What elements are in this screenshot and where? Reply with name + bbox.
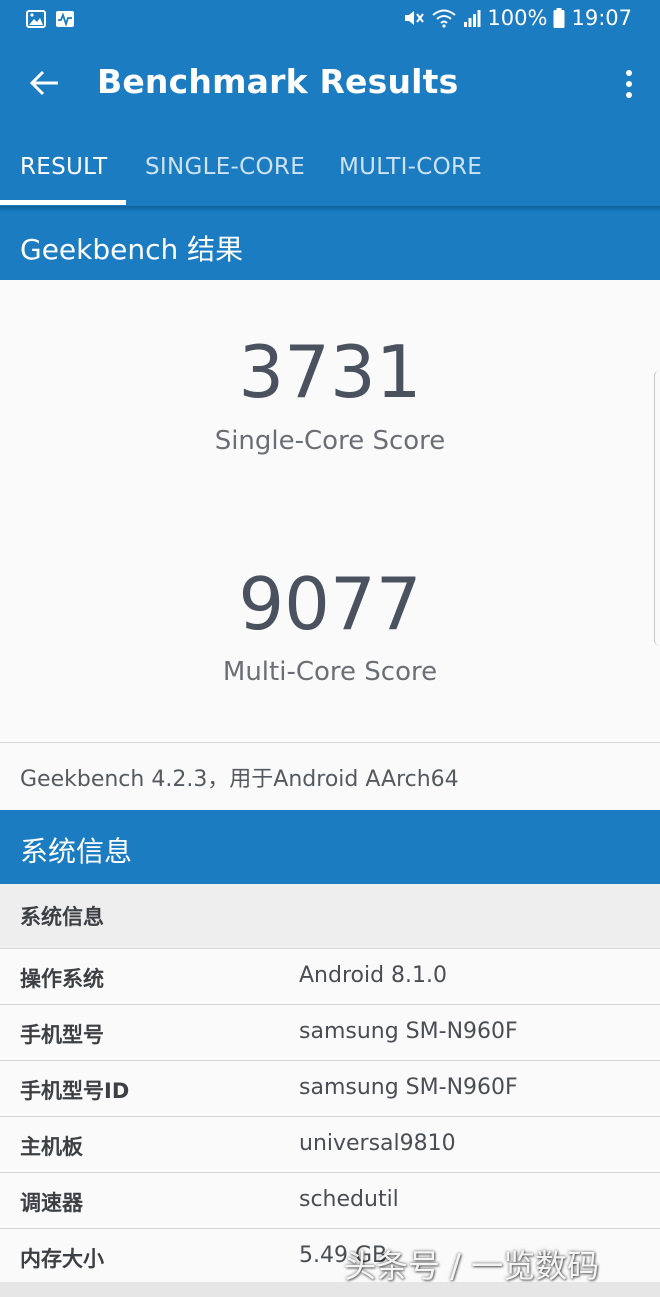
row-key: 内存大小 [20, 1247, 104, 1271]
mute-icon [405, 11, 425, 25]
table-row: 手机型号 samsung SM-N960F [0, 1005, 660, 1061]
gallery-notification-icon [26, 10, 46, 28]
signal-icon [464, 10, 481, 27]
tab-single-core[interactable]: SINGLE-CORE [145, 154, 305, 180]
table-row: 操作系统 Android 8.1.0 [0, 949, 660, 1005]
clock: 19:07 [571, 6, 632, 30]
tab-result[interactable]: RESULT [20, 154, 107, 180]
multi-core-score: 9077 [238, 562, 422, 646]
row-key: 手机型号ID [20, 1079, 130, 1103]
row-key: 调速器 [20, 1191, 83, 1215]
system-info-section-header: 系统信息 [0, 810, 660, 884]
version-info-row: Geekbench 4.2.3，用于Android AArch64 [0, 742, 660, 811]
row-key: 手机型号 [20, 1023, 104, 1047]
table-header-label: 系统信息 [20, 905, 104, 929]
activity-notification-icon [56, 11, 74, 27]
tab-bar: RESULT SINGLE-CORE MULTI-CORE [0, 146, 660, 206]
scores-panel: 3731 Single-Core Score 9077 Multi-Core S… [0, 280, 660, 742]
version-text: Geekbench 4.2.3，用于Android AArch64 [20, 767, 459, 792]
table-row: 主机板 universal9810 [0, 1117, 660, 1173]
table-header: 系统信息 [0, 884, 660, 949]
system-info-table: 系统信息 操作系统 Android 8.1.0 手机型号 samsung SM-… [0, 884, 660, 1284]
scroll-edge [654, 370, 660, 646]
results-section-header: Geekbench 结果 [0, 212, 660, 280]
back-arrow-icon[interactable] [28, 66, 62, 100]
row-key: 主机板 [20, 1135, 83, 1159]
active-tab-indicator [0, 200, 126, 205]
table-row: 调速器 schedutil [0, 1173, 660, 1229]
system-info-section-title: 系统信息 [20, 835, 133, 868]
page-title: Benchmark Results [97, 62, 459, 101]
row-key: 操作系统 [20, 967, 104, 991]
app-bar: Benchmark Results RESULT SINGLE-CORE MUL… [0, 40, 660, 206]
row-value: universal9810 [299, 1131, 456, 1156]
results-section-title: Geekbench 结果 [20, 233, 244, 266]
row-value: schedutil [299, 1187, 399, 1212]
row-value: samsung SM-N960F [299, 1019, 518, 1044]
wifi-icon [432, 9, 457, 28]
row-value: samsung SM-N960F [299, 1075, 518, 1100]
row-value: Android 8.1.0 [299, 963, 448, 988]
single-core-label: Single-Core Score [214, 426, 446, 456]
more-options-icon[interactable] [622, 68, 636, 100]
tab-multi-core[interactable]: MULTI-CORE [339, 154, 482, 180]
battery-percent: 100% [487, 6, 548, 30]
watermark: 头条号 / 一览数码 [344, 1247, 600, 1285]
table-row: 手机型号ID samsung SM-N960F [0, 1061, 660, 1117]
status-bar: 100% 19:07 [0, 0, 660, 40]
single-core-score: 3731 [238, 330, 422, 414]
battery-icon [553, 8, 565, 28]
multi-core-label: Multi-Core Score [222, 657, 438, 687]
